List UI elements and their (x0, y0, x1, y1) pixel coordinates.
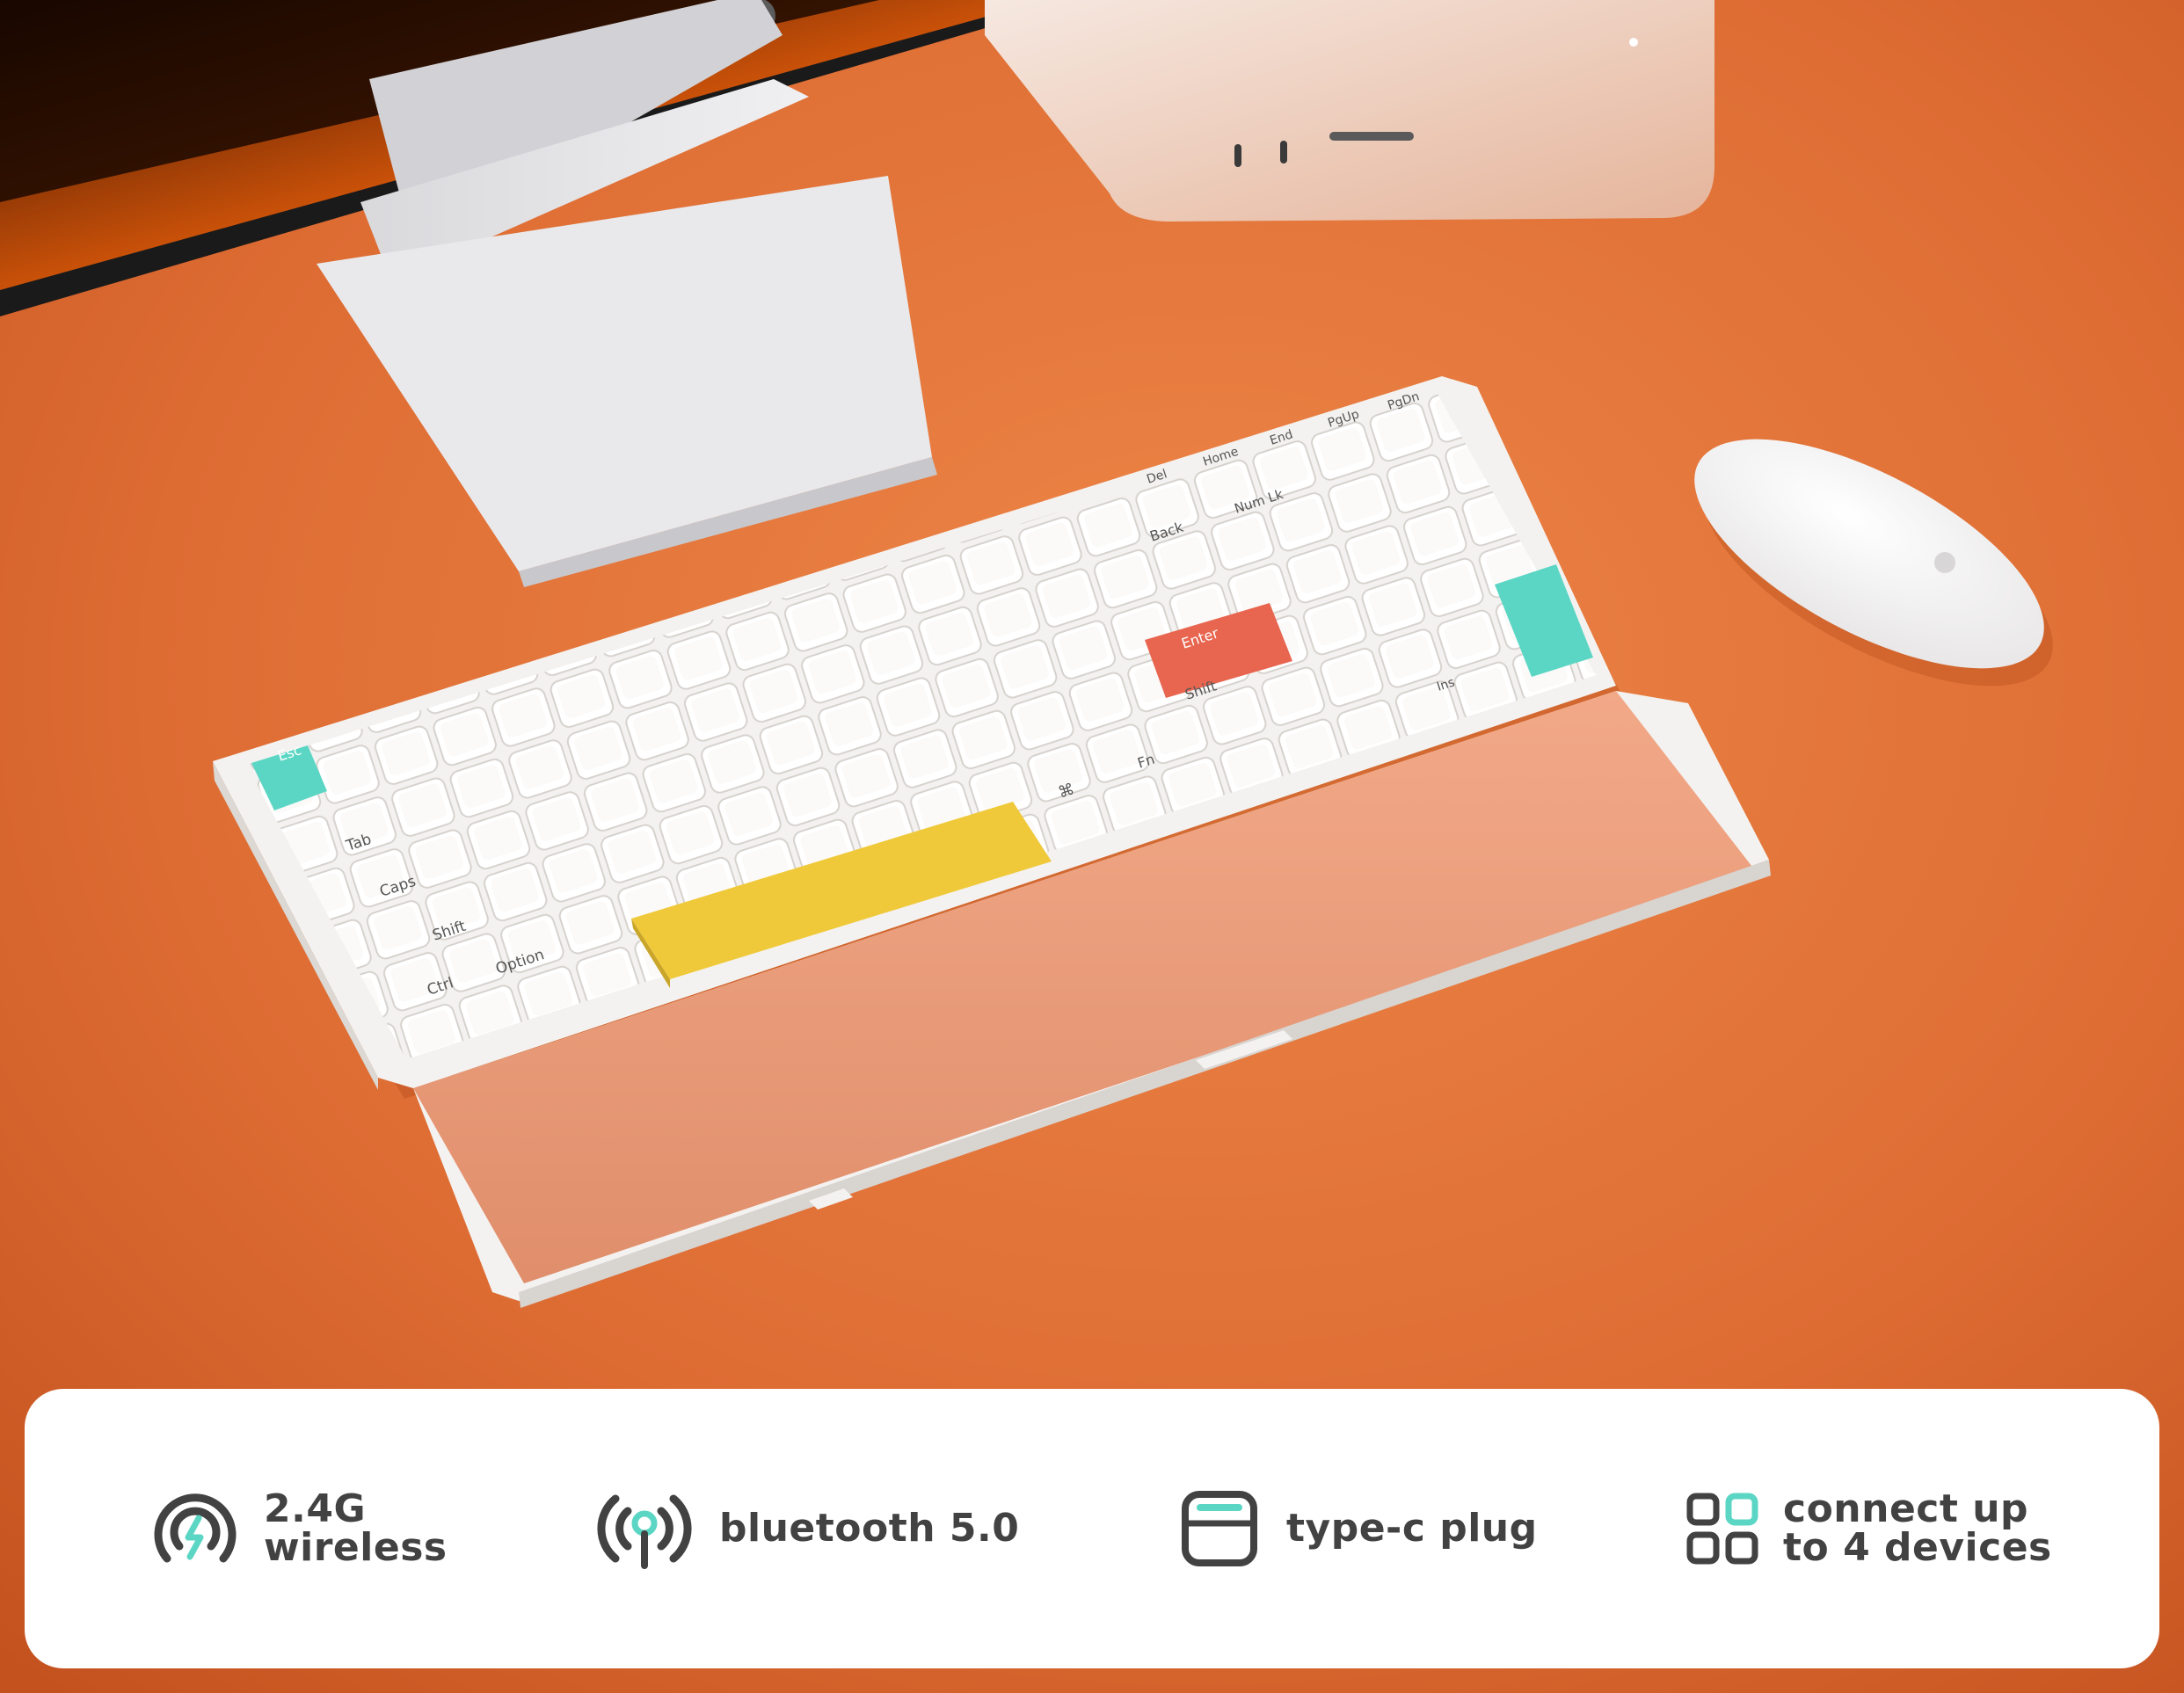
feature-wireless-label: 2.4G wireless (264, 1490, 448, 1567)
feature-bluetooth-line-1: bluetooth 5.0 (719, 1506, 1020, 1551)
apple-logo-icon (1934, 552, 1955, 573)
feature-devices: connect up to 4 devices (1686, 1389, 2052, 1668)
feature-bluetooth: bluetooth 5.0 (596, 1389, 1019, 1668)
feature-devices-label: connect up to 4 devices (1783, 1490, 2052, 1567)
feature-wireless: 2.4G wireless (149, 1389, 448, 1668)
wireless-bolt-icon (149, 1483, 241, 1574)
feature-typec-label: type-c plug (1286, 1509, 1538, 1548)
feature-bluetooth-label: bluetooth 5.0 (719, 1509, 1019, 1548)
feature-typec: type-c plug (1181, 1389, 1538, 1668)
type-c-port-icon (1181, 1490, 1258, 1567)
feature-wireless-line-1: 2.4G (264, 1486, 367, 1531)
feature-devices-line-1: connect up (1783, 1486, 2029, 1531)
feature-card: 2.4G wireless bluetooth 5.0 type-c plug … (25, 1389, 2159, 1668)
feature-typec-line-1: type-c plug (1286, 1506, 1538, 1551)
bluetooth-antenna-icon (596, 1485, 693, 1573)
feature-wireless-line-2: wireless (264, 1525, 448, 1570)
feature-devices-line-2: to 4 devices (1783, 1525, 2052, 1570)
four-devices-grid-icon (1686, 1493, 1758, 1565)
